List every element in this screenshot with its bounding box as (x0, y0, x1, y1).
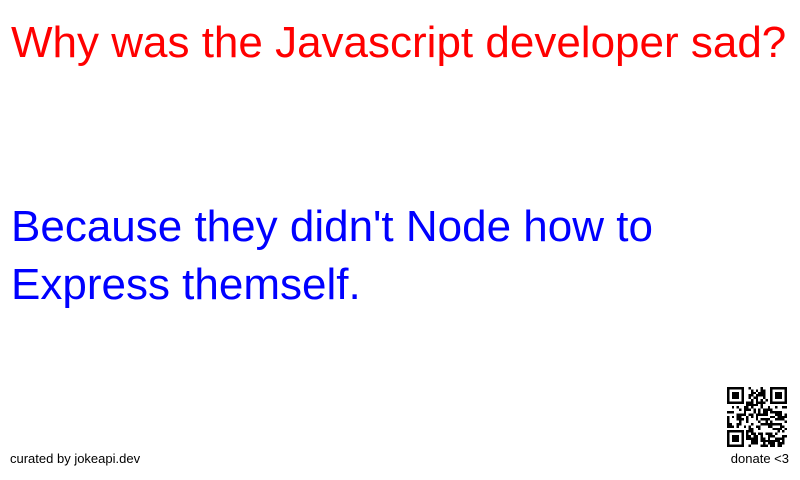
donate-qr-code (727, 387, 787, 447)
joke-delivery: Because they didn't Node how to Express … (11, 202, 653, 309)
joke-setup: Why was the Javascript developer sad? (11, 18, 787, 67)
donate-text: donate <3 (730, 451, 789, 466)
credit-text: curated by jokeapi.dev (10, 451, 141, 466)
